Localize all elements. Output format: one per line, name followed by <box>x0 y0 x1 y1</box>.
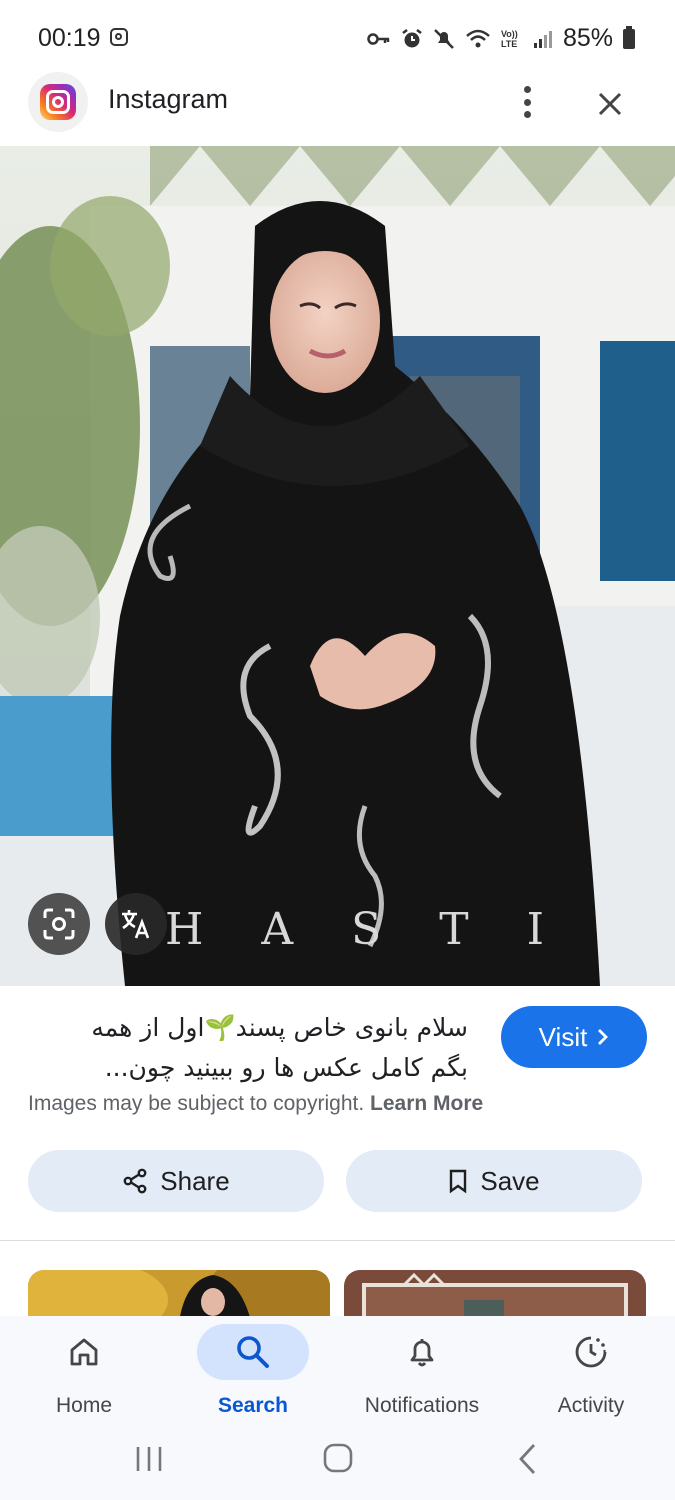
camera-notification-icon <box>110 28 128 46</box>
app-header: Instagram <box>0 70 675 146</box>
nav-search-icon-wrap <box>197 1324 309 1380</box>
recent-apps-icon[interactable] <box>134 1444 164 1474</box>
system-nav-bar <box>0 1428 675 1500</box>
search-icon <box>237 1336 269 1368</box>
chevron-right-icon <box>598 1029 609 1045</box>
lens-button[interactable] <box>28 893 90 955</box>
share-label: Share <box>160 1165 230 1196</box>
nav-home-icon-wrap <box>28 1324 140 1380</box>
visit-button[interactable]: Visit <box>501 1006 647 1068</box>
bottom-nav: Home Search Notifications Activity <box>0 1316 675 1428</box>
learn-more-link[interactable]: Learn More <box>370 1092 483 1115</box>
save-button[interactable]: Save <box>346 1150 642 1212</box>
nav-notifications-icon-wrap <box>366 1324 478 1380</box>
nav-activity-label: Activity <box>557 1394 625 1417</box>
watermark-text: H A S T I <box>165 904 566 955</box>
more-options-icon[interactable] <box>515 82 539 122</box>
battery-icon <box>623 25 635 49</box>
back-icon[interactable] <box>516 1442 538 1476</box>
home-icon <box>70 1338 98 1366</box>
nav-home[interactable]: Home <box>0 1316 168 1428</box>
nav-search-label: Search <box>217 1394 289 1417</box>
nav-activity-icon-wrap <box>535 1324 647 1380</box>
translate-button[interactable] <box>105 893 167 955</box>
lte-label: Vo)) LTE <box>500 28 518 49</box>
activity-icon <box>575 1336 607 1368</box>
battery-percent: 85% <box>562 24 613 52</box>
bookmark-icon <box>450 1169 467 1194</box>
nav-notifications-label: Notifications <box>364 1394 480 1417</box>
source-avatar[interactable] <box>28 72 88 132</box>
photo <box>0 146 675 986</box>
main-image[interactable]: H A S T I <box>0 146 675 986</box>
caption-line-1: سلام بانوی خاص پسند🌱اول از همه <box>91 1013 468 1042</box>
system-home-icon[interactable] <box>322 1442 354 1474</box>
nav-search[interactable]: Search <box>169 1316 337 1428</box>
key-icon <box>367 32 390 45</box>
alarm-icon <box>402 28 422 47</box>
nav-activity[interactable]: Activity <box>507 1316 675 1428</box>
translate-icon <box>122 910 150 939</box>
bell-icon <box>410 1339 434 1367</box>
instagram-logo-icon <box>40 84 76 120</box>
image-caption: سلام بانوی خاص پسند🌱اول از همه بگم کامل … <box>28 1008 468 1088</box>
mute-icon <box>434 28 454 49</box>
nav-home-label: Home <box>55 1394 113 1417</box>
source-title[interactable]: Instagram <box>108 84 228 115</box>
signal-icon <box>533 30 552 48</box>
nav-notifications[interactable]: Notifications <box>338 1316 506 1428</box>
visit-label: Visit <box>538 1021 588 1052</box>
status-icons: Vo)) LTE 85% <box>367 24 635 53</box>
close-icon[interactable] <box>590 84 630 124</box>
status-time: 00:19 <box>38 24 101 52</box>
caption-line-2: بگم کامل عکس ها رو ببینید چون... <box>104 1053 468 1082</box>
share-button[interactable]: Share <box>28 1150 324 1212</box>
status-bar: 00:19 Vo)) LTE 85% <box>0 0 675 76</box>
save-label: Save <box>480 1165 540 1196</box>
copyright-text: Images may be subject to copyright. <box>28 1092 365 1115</box>
wifi-icon <box>466 29 490 47</box>
divider <box>0 1240 675 1241</box>
copyright-notice: Images may be subject to copyright. Lear… <box>28 1092 483 1116</box>
lens-icon <box>43 908 75 940</box>
share-icon <box>123 1168 147 1194</box>
